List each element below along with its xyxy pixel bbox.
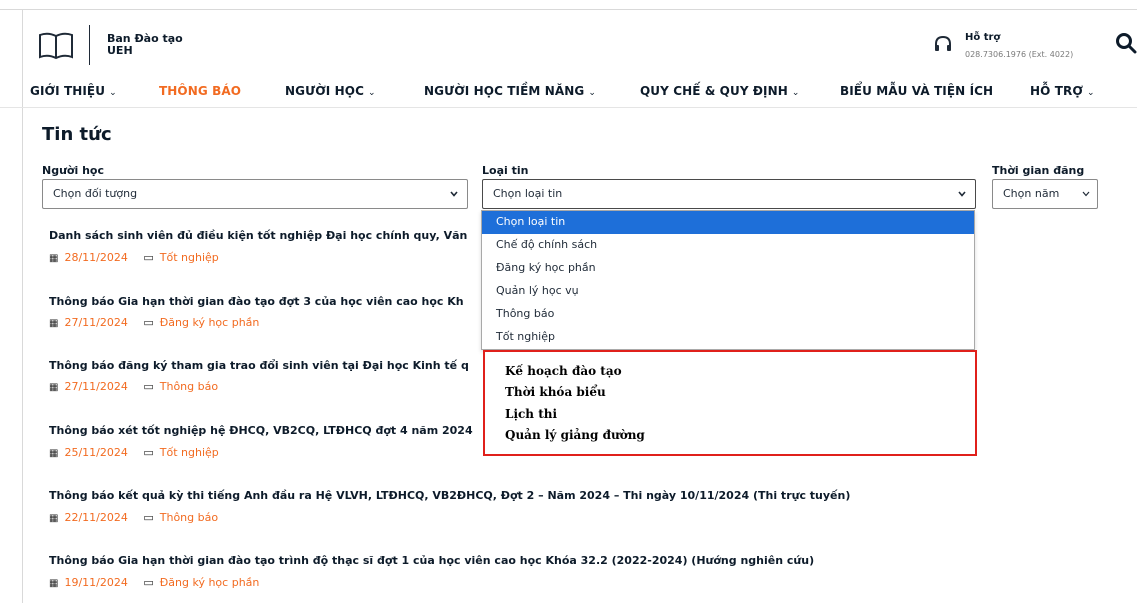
news-date: 28/11/2024 [64, 251, 128, 264]
support-title: Hỗ trợ [965, 32, 1001, 43]
news-date: 19/11/2024 [64, 576, 128, 589]
news-title[interactable]: Thông báo Gia hạn thời gian đào tạo trìn… [49, 554, 814, 567]
calendar-icon: ▦ [49, 253, 59, 264]
nav-item-quy-che[interactable]: QUY CHẾ & QUY ĐỊNH ⌄ [640, 84, 800, 98]
news-date: 27/11/2024 [64, 380, 128, 393]
learner-select[interactable]: Chọn đối tượng [42, 179, 468, 209]
news-title[interactable]: Thông báo đăng ký tham gia trao đổi sinh… [49, 359, 469, 372]
type-filter-label: Loại tin [482, 164, 529, 177]
annotation-box: Kế hoạch đào tạo Thời khóa biểu Lịch thi… [483, 350, 977, 456]
open-book-logo-icon[interactable] [38, 31, 74, 61]
chevron-down-icon: ⌄ [368, 88, 376, 98]
news-date: 25/11/2024 [64, 446, 128, 459]
top-divider [0, 9, 1137, 10]
nav-item-ho-tro[interactable]: HỖ TRỢ ⌄ [1030, 84, 1095, 98]
nav-label: BIỂU MẪU VÀ TIỆN ÍCH [840, 84, 994, 98]
chevron-down-icon [958, 191, 966, 197]
calendar-icon: ▦ [49, 382, 59, 393]
nav-label: QUY CHẾ & QUY ĐỊNH [640, 84, 788, 98]
chevron-down-icon: ⌄ [1086, 88, 1095, 98]
chevron-down-icon: ⌄ [791, 88, 800, 98]
calendar-icon: ▦ [49, 513, 59, 524]
learner-select-value: Chọn đối tượng [53, 187, 138, 200]
folder-icon: ▭ [143, 316, 154, 329]
nav-item-nguoi-hoc-tiem-nang[interactable]: NGƯỜI HỌC TIỀM NĂNG ⌄ [424, 84, 596, 98]
year-select[interactable]: Chọn năm [992, 179, 1098, 209]
news-title[interactable]: Thông báo Gia hạn thời gian đào tạo đợt … [49, 295, 464, 308]
news-category[interactable]: Đăng ký học phần [160, 576, 260, 589]
folder-icon: ▭ [143, 446, 154, 459]
search-icon[interactable] [1115, 32, 1137, 54]
news-meta: ▦ 25/11/2024 ▭ Tốt nghiệp [49, 446, 219, 459]
news-title[interactable]: Thông báo kết quả kỳ thi tiếng Anh đầu r… [49, 489, 850, 502]
news-meta: ▦ 22/11/2024 ▭ Thông báo [49, 511, 218, 524]
dropdown-option[interactable]: Quản lý học vụ [482, 280, 974, 303]
news-title[interactable]: Danh sách sinh viên đủ điều kiện tốt ngh… [49, 229, 467, 242]
year-select-value: Chọn năm [1003, 187, 1060, 200]
nav-item-thong-bao[interactable]: THÔNG BÁO [159, 84, 241, 98]
folder-icon: ▭ [143, 251, 154, 264]
type-select-value: Chọn loại tin [493, 187, 563, 200]
dropdown-option[interactable]: Chế độ chính sách [482, 234, 974, 257]
dropdown-option[interactable]: Tốt nghiệp [482, 326, 974, 349]
news-category[interactable]: Đăng ký học phần [160, 316, 260, 329]
news-title[interactable]: Thông báo xét tốt nghiệp hệ ĐHCQ, VB2CQ,… [49, 424, 473, 437]
type-select[interactable]: Chọn loại tin [482, 179, 976, 209]
nav-label: GIỚI THIỆU [30, 84, 106, 98]
calendar-icon: ▦ [49, 448, 59, 459]
chevron-down-icon: ⌄ [109, 88, 117, 98]
news-category[interactable]: Tốt nghiệp [160, 251, 219, 264]
chevron-down-icon [450, 191, 458, 197]
chevron-down-icon: ⌄ [588, 88, 597, 98]
time-filter-label: Thời gian đăng [992, 164, 1085, 177]
annotation-item: Kế hoạch đào tạo [505, 364, 622, 378]
type-dropdown-list: Chọn loại tin Chế độ chính sách Đăng ký … [481, 210, 975, 350]
calendar-icon: ▦ [49, 318, 59, 329]
headphones-icon [935, 35, 951, 51]
annotation-item: Thời khóa biểu [505, 385, 606, 399]
page-title: Tin tức [42, 124, 112, 145]
dropdown-option[interactable]: Đăng ký học phần [482, 257, 974, 280]
annotation-item: Quản lý giảng đường [505, 428, 645, 442]
nav-item-bieu-mau[interactable]: BIỂU MẪU VÀ TIỆN ÍCH [840, 84, 993, 98]
nav-item-gioi-thieu[interactable]: GIỚI THIỆU ⌄ [30, 84, 117, 98]
nav-label: HỖ TRỢ [1030, 84, 1083, 98]
dropdown-option[interactable]: Thông báo [482, 303, 974, 326]
dropdown-option[interactable]: Chọn loại tin [482, 211, 974, 234]
logo-divider [89, 25, 90, 65]
news-category[interactable]: Thông báo [160, 511, 218, 524]
nav-label: NGƯỜI HỌC TIỀM NĂNG [424, 84, 585, 98]
annotation-item: Lịch thi [505, 407, 558, 421]
news-meta: ▦ 27/11/2024 ▭ Thông báo [49, 380, 218, 393]
nav-label: THÔNG BÁO [159, 84, 242, 98]
org-name-line2: UEH [107, 44, 133, 57]
nav-label: NGƯỜI HỌC [285, 84, 364, 98]
news-date: 22/11/2024 [64, 511, 128, 524]
folder-icon: ▭ [143, 380, 154, 393]
news-category[interactable]: Tốt nghiệp [160, 446, 219, 459]
news-date: 27/11/2024 [64, 316, 128, 329]
nav-item-nguoi-hoc[interactable]: NGƯỜI HỌC ⌄ [285, 84, 376, 98]
news-meta: ▦ 28/11/2024 ▭ Tốt nghiệp [49, 251, 219, 264]
calendar-icon: ▦ [49, 578, 59, 589]
chevron-down-icon [1082, 191, 1090, 197]
learner-filter-label: Người học [42, 164, 104, 177]
news-meta: ▦ 27/11/2024 ▭ Đăng ký học phần [49, 316, 259, 329]
folder-icon: ▭ [143, 511, 154, 524]
news-meta: ▦ 19/11/2024 ▭ Đăng ký học phần [49, 576, 259, 589]
news-category[interactable]: Thông báo [160, 380, 218, 393]
folder-icon: ▭ [143, 576, 154, 589]
support-phone: 028.7306.1976 (Ext. 4022) [965, 50, 1074, 59]
main-nav: GIỚI THIỆU ⌄ THÔNG BÁO NGƯỜI HỌC ⌄ NGƯỜI H… [0, 76, 1137, 108]
org-name[interactable]: Ban Đào tạo UEH [107, 33, 183, 57]
